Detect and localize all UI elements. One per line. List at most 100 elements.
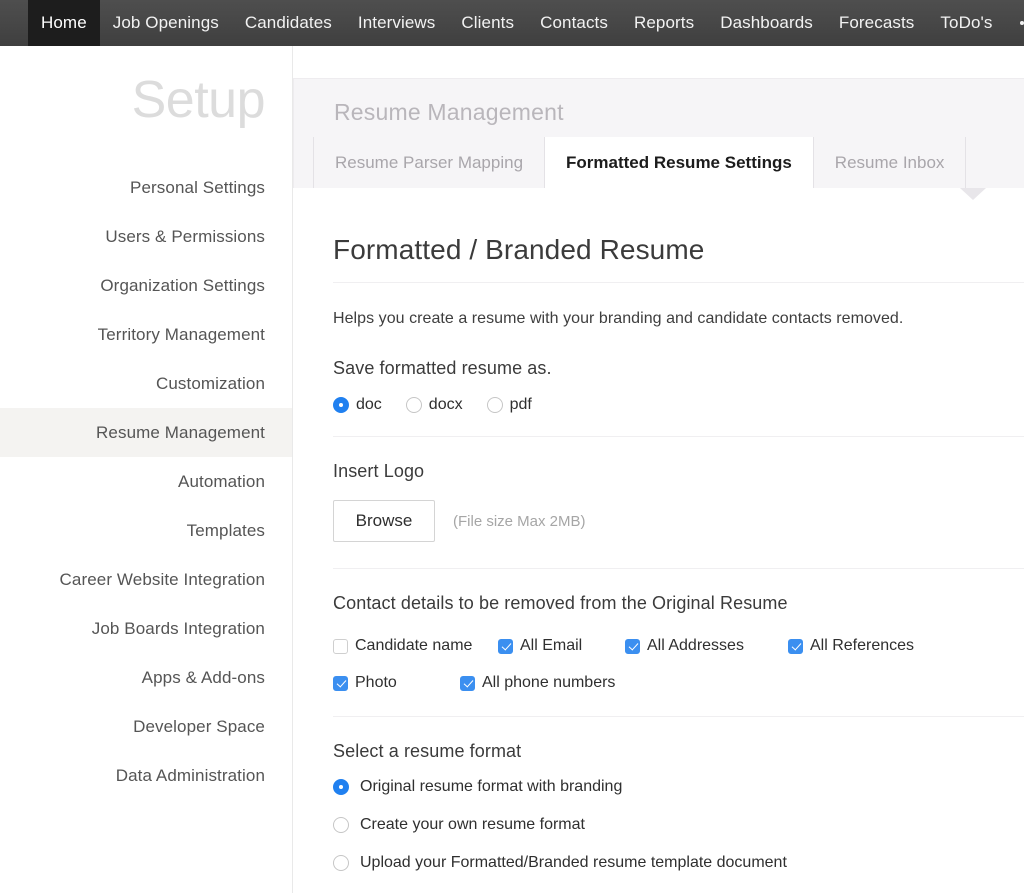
checkbox-label: All Email: [520, 637, 582, 655]
save-as-option-doc[interactable]: doc: [333, 396, 382, 414]
radio-icon[interactable]: [333, 779, 349, 795]
checkbox-all-email[interactable]: All Email: [498, 637, 625, 655]
checkbox-icon[interactable]: [333, 639, 348, 654]
sidebar-item-customization[interactable]: Customization: [0, 359, 292, 408]
checkbox-label: All References: [810, 637, 914, 655]
divider: [333, 282, 1024, 283]
save-as-option-label: docx: [429, 396, 463, 414]
save-as-label: Save formatted resume as.: [333, 358, 1024, 379]
checkbox-candidate-name[interactable]: Candidate name: [333, 637, 498, 655]
checkbox-photo[interactable]: Photo: [333, 674, 460, 692]
checkbox-icon[interactable]: [788, 639, 803, 654]
save-as-option-label: pdf: [510, 396, 532, 414]
nav-item-reports[interactable]: Reports: [621, 0, 707, 46]
sidebar-item-templates[interactable]: Templates: [0, 506, 292, 555]
contact-removal-row-2: Photo All phone numbers: [333, 674, 1024, 692]
contact-removal-label: Contact details to be removed from the O…: [333, 593, 1024, 614]
tab-resume-inbox[interactable]: Resume Inbox: [814, 137, 967, 188]
checkbox-label: All phone numbers: [482, 674, 615, 692]
nav-item-interviews[interactable]: Interviews: [345, 0, 449, 46]
sidebar-item-automation[interactable]: Automation: [0, 457, 292, 506]
sidebar-item-label: Data Administration: [116, 766, 265, 786]
sidebar-item-data-administration[interactable]: Data Administration: [0, 751, 292, 800]
sidebar-item-label: Job Boards Integration: [92, 619, 265, 639]
checkbox-icon[interactable]: [625, 639, 640, 654]
module-title: Resume Management: [334, 99, 564, 126]
checkbox-label: All Addresses: [647, 637, 744, 655]
checkbox-all-references[interactable]: All References: [788, 637, 914, 655]
radio-icon[interactable]: [487, 397, 503, 413]
sidebar-title: Setup: [132, 74, 265, 126]
nav-item-todos[interactable]: ToDo's: [927, 0, 1005, 46]
page-body: Setup Personal Settings Users & Permissi…: [0, 46, 1024, 893]
radio-icon[interactable]: [406, 397, 422, 413]
sidebar-item-developer-space[interactable]: Developer Space: [0, 702, 292, 751]
radio-icon[interactable]: [333, 855, 349, 871]
checkbox-all-phone-numbers[interactable]: All phone numbers: [460, 674, 615, 692]
tab-resume-parser-mapping[interactable]: Resume Parser Mapping: [313, 137, 545, 188]
radio-icon[interactable]: [333, 397, 349, 413]
nav-item-label: Candidates: [245, 13, 332, 33]
tab-strip: Resume Parser Mapping Formatted Resume S…: [294, 137, 966, 188]
save-as-option-docx[interactable]: docx: [406, 396, 463, 414]
nav-item-label: Interviews: [358, 13, 436, 33]
sidebar-item-list: Personal Settings Users & Permissions Or…: [0, 163, 292, 800]
resume-format-option-original[interactable]: Original resume format with branding: [333, 778, 1024, 796]
save-as-option-pdf[interactable]: pdf: [487, 396, 532, 414]
page-description: Helps you create a resume with your bran…: [333, 310, 1024, 328]
sidebar-item-label: Developer Space: [133, 717, 265, 737]
checkbox-icon[interactable]: [460, 676, 475, 691]
nav-item-dashboards[interactable]: Dashboards: [707, 0, 826, 46]
divider: [333, 716, 1024, 717]
divider: [333, 436, 1024, 437]
formatted-resume-form: Formatted / Branded Resume Helps you cre…: [293, 188, 1024, 872]
radio-icon[interactable]: [333, 817, 349, 833]
resume-format-option-label: Create your own resume format: [360, 816, 585, 834]
nav-item-home[interactable]: Home: [28, 0, 100, 46]
sidebar-item-label: Customization: [156, 374, 265, 394]
nav-item-label: Dashboards: [720, 13, 813, 33]
nav-item-forecasts[interactable]: Forecasts: [826, 0, 928, 46]
ellipsis-icon[interactable]: [1005, 0, 1024, 46]
sidebar-item-users-permissions[interactable]: Users & Permissions: [0, 212, 292, 261]
sidebar-item-label: Templates: [187, 521, 265, 541]
ellipsis-dot: [1020, 21, 1024, 25]
sidebar-item-label: Automation: [178, 472, 265, 492]
sidebar-item-job-boards-integration[interactable]: Job Boards Integration: [0, 604, 292, 653]
resume-format-label: Select a resume format: [333, 741, 1024, 762]
tab-label: Resume Inbox: [835, 153, 945, 173]
resume-format-option-label: Original resume format with branding: [360, 778, 622, 796]
sidebar-item-label: Apps & Add-ons: [142, 668, 265, 688]
nav-item-contacts[interactable]: Contacts: [527, 0, 621, 46]
sidebar-item-territory-management[interactable]: Territory Management: [0, 310, 292, 359]
checkbox-icon[interactable]: [498, 639, 513, 654]
resume-format-radio-group: Original resume format with branding Cre…: [333, 778, 1024, 872]
nav-item-label: ToDo's: [940, 13, 992, 33]
insert-logo-row: Browse (File size Max 2MB): [333, 500, 1024, 542]
sidebar-item-apps-add-ons[interactable]: Apps & Add-ons: [0, 653, 292, 702]
nav-item-candidates[interactable]: Candidates: [232, 0, 345, 46]
nav-item-job-openings[interactable]: Job Openings: [100, 0, 232, 46]
sidebar-item-organization-settings[interactable]: Organization Settings: [0, 261, 292, 310]
checkbox-all-addresses[interactable]: All Addresses: [625, 637, 788, 655]
browse-button[interactable]: Browse: [333, 500, 435, 542]
page-title: Formatted / Branded Resume: [333, 188, 1024, 266]
nav-item-clients[interactable]: Clients: [448, 0, 527, 46]
resume-format-option-label: Upload your Formatted/Branded resume tem…: [360, 854, 787, 872]
checkbox-icon[interactable]: [333, 676, 348, 691]
checkbox-label: Photo: [355, 674, 397, 692]
content-header: Resume Management Resume Parser Mapping …: [293, 78, 1024, 188]
nav-item-label: Reports: [634, 13, 694, 33]
nav-item-label: Job Openings: [113, 13, 219, 33]
sidebar-item-personal-settings[interactable]: Personal Settings: [0, 163, 292, 212]
resume-format-option-upload[interactable]: Upload your Formatted/Branded resume tem…: [333, 854, 1024, 872]
sidebar-item-career-website-integration[interactable]: Career Website Integration: [0, 555, 292, 604]
save-as-radio-group: doc docx pdf: [333, 396, 1024, 414]
nav-item-label: Contacts: [540, 13, 608, 33]
sidebar-item-label: Users & Permissions: [105, 227, 265, 247]
nav-item-label: Home: [41, 13, 87, 33]
checkbox-label: Candidate name: [355, 637, 472, 655]
sidebar-item-resume-management[interactable]: Resume Management: [0, 408, 292, 457]
tab-formatted-resume-settings[interactable]: Formatted Resume Settings: [545, 137, 814, 188]
resume-format-option-create-own[interactable]: Create your own resume format: [333, 816, 1024, 834]
